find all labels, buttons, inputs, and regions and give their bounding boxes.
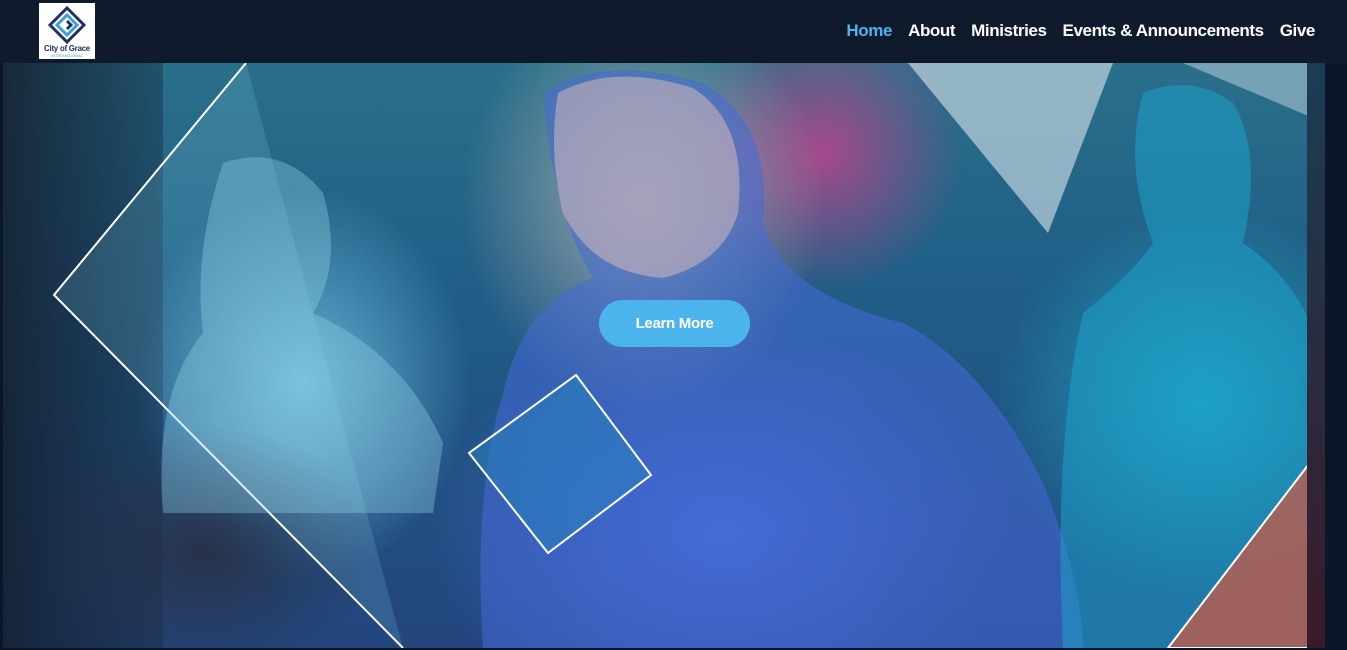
logo-text: City of Grace — [44, 44, 90, 53]
hero-decorative-diamonds — [52, 63, 1325, 648]
logo-subtext: INTERNATIONAL — [51, 53, 83, 58]
page-right-rail — [1325, 63, 1347, 650]
nav-events-announcements[interactable]: Events & Announcements — [1063, 21, 1265, 41]
logo-mark-icon — [47, 6, 87, 44]
hero-banner — [3, 63, 1325, 648]
site-header: City of Grace INTERNATIONAL Home About M… — [0, 0, 1347, 63]
hero-right-edge — [1307, 63, 1325, 648]
site-logo[interactable]: City of Grace INTERNATIONAL — [39, 3, 95, 59]
nav-ministries[interactable]: Ministries — [971, 21, 1047, 41]
learn-more-button[interactable]: Learn More — [599, 300, 750, 347]
page: City of Grace INTERNATIONAL Home About M… — [0, 0, 1347, 650]
nav-home[interactable]: Home — [846, 21, 892, 41]
nav-give[interactable]: Give — [1280, 21, 1316, 41]
main-nav: Home About Ministries Events & Announcem… — [846, 18, 1315, 44]
nav-about[interactable]: About — [908, 21, 955, 41]
